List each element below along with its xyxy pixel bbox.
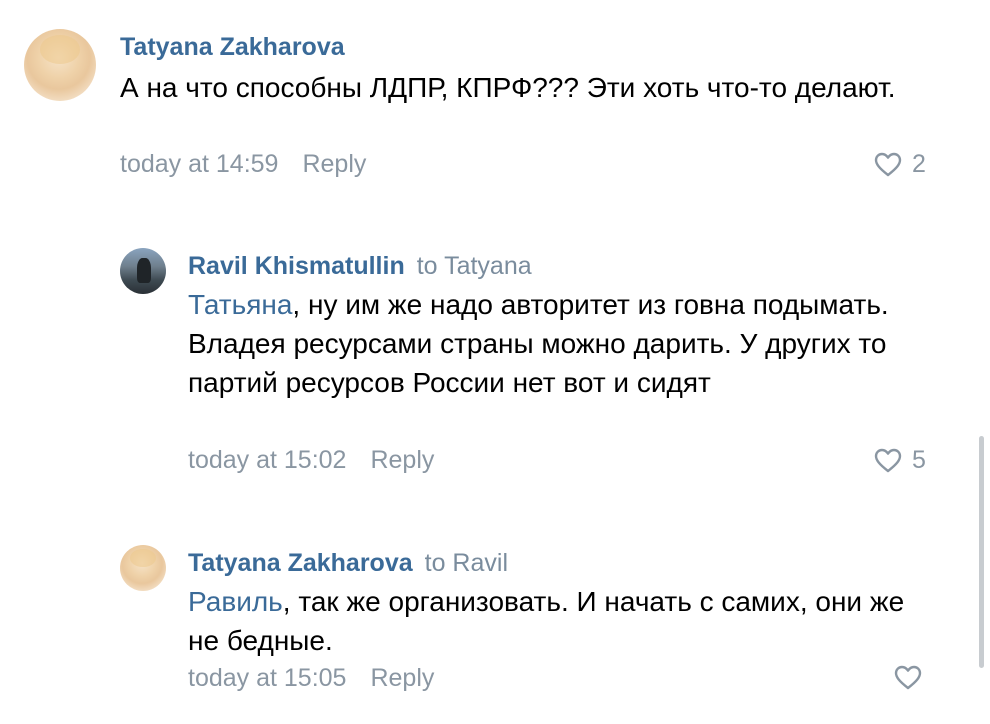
reply-button[interactable]: Reply <box>302 150 366 178</box>
reply-target[interactable]: to Ravil <box>425 549 508 577</box>
heart-outline-icon <box>874 448 902 472</box>
comment-author[interactable]: Ravil Khismatullin to Tatyana <box>188 252 532 281</box>
like-button[interactable]: 2 <box>874 150 926 179</box>
comment-text: Татьяна, ну им же надо авторитет из говн… <box>188 285 928 402</box>
comment-author[interactable]: Tatyana Zakharova to Ravil <box>188 549 508 578</box>
like-count: 5 <box>912 446 926 474</box>
like-button[interactable]: 5 <box>874 446 926 475</box>
timestamp: today at 14:59 <box>120 150 279 178</box>
like-button[interactable] <box>894 665 922 691</box>
reply-target[interactable]: to Tatyana <box>417 252 532 280</box>
comment-meta: today at 14:59 Reply <box>120 150 366 179</box>
comment-text: Равиль, так же организовать. И начать с … <box>188 582 928 660</box>
comment-body: , так же организовать. И начать с самих,… <box>188 586 905 656</box>
author-name[interactable]: Tatyana Zakharova <box>188 549 413 577</box>
comment-meta: today at 15:05 Reply <box>188 664 434 693</box>
mention-link[interactable]: Равиль <box>188 586 283 617</box>
avatar[interactable] <box>120 248 166 294</box>
mention-link[interactable]: Татьяна <box>188 289 292 320</box>
comment-meta: today at 15:02 Reply <box>188 446 434 475</box>
like-count: 2 <box>912 150 926 178</box>
avatar[interactable] <box>120 545 166 591</box>
scrollbar[interactable] <box>979 436 984 668</box>
comment-text: А на что способны ЛДПР, КПРФ??? Эти хоть… <box>120 68 900 107</box>
comment-author[interactable]: Tatyana Zakharova <box>120 33 345 62</box>
reply-button[interactable]: Reply <box>370 446 434 474</box>
heart-outline-icon <box>894 665 922 690</box>
comment-body: , ну им же надо авторитет из говна подым… <box>188 289 889 398</box>
avatar[interactable] <box>24 29 96 101</box>
timestamp: today at 15:05 <box>188 664 347 692</box>
reply-button[interactable]: Reply <box>370 664 434 692</box>
heart-outline-icon <box>874 152 902 176</box>
timestamp: today at 15:02 <box>188 446 347 474</box>
author-name[interactable]: Tatyana Zakharova <box>120 33 345 61</box>
author-name[interactable]: Ravil Khismatullin <box>188 252 405 280</box>
comment-body: А на что способны ЛДПР, КПРФ??? Эти хоть… <box>120 72 896 103</box>
